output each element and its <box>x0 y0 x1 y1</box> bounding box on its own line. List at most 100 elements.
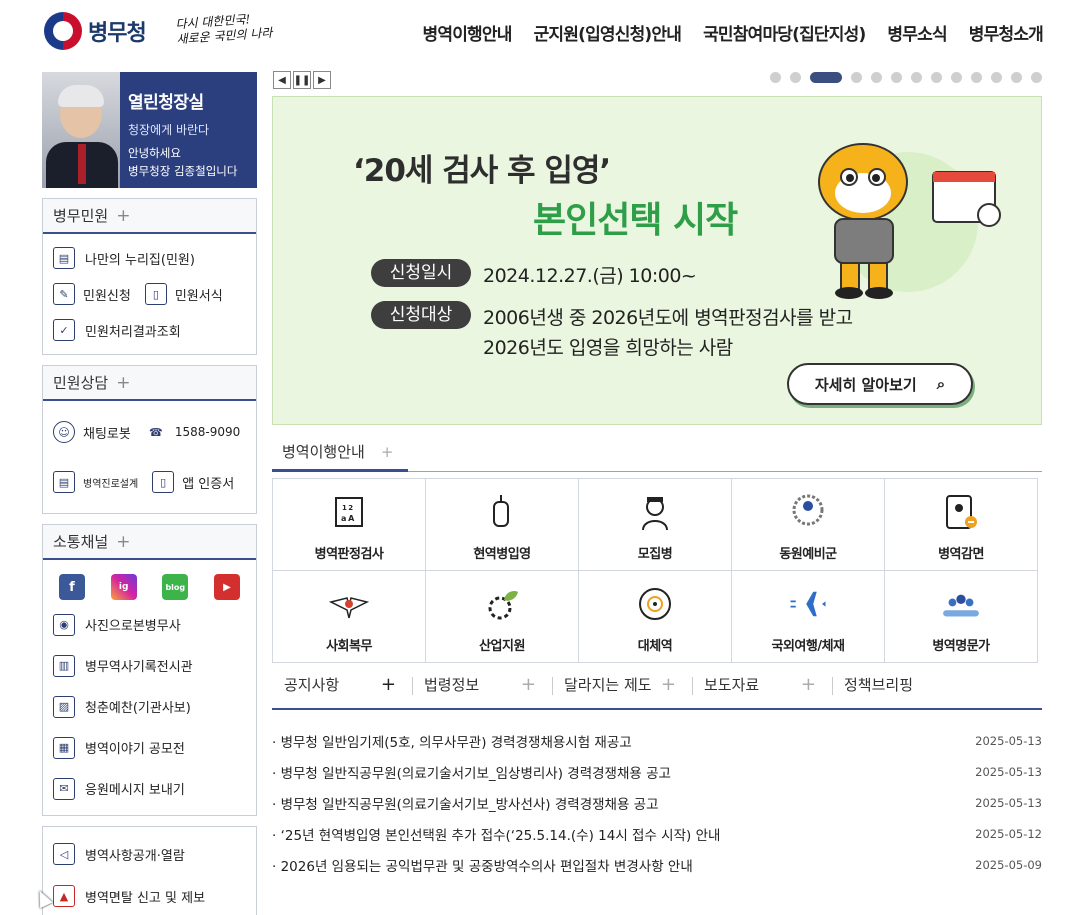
consult-box: 민원상담 + ☺ 채팅로봇 ☎ 1588-9090 ▤ 병역진로설계 ▯ 앱 인증서 <box>42 365 257 514</box>
gear-sprout-icon <box>481 583 523 625</box>
slide-dot[interactable] <box>770 72 781 83</box>
saluting-soldier-icon <box>634 491 676 533</box>
envelope-icon: ✉ <box>53 777 75 800</box>
notice-item[interactable]: · 병무청 일반직공무원(의료기술서기보_임상병리사) 경력경쟁채용 공고 202… <box>272 756 1042 787</box>
plus-icon[interactable]: + <box>116 532 130 552</box>
disclosure-link[interactable]: ◁ 병역사항공개·열람 <box>53 833 246 875</box>
slide-dot[interactable] <box>1031 72 1042 83</box>
notice-item[interactable]: · 2026년 임용되는 공익법무관 및 공중방역수의사 편입절차 변경사항 안… <box>272 849 1042 880</box>
tab-notices[interactable]: 공지사항 + <box>272 668 412 708</box>
youtube-icon[interactable]: ▶ <box>213 574 240 600</box>
civil-apply-link[interactable]: ✎ 민원신청 <box>53 276 131 312</box>
photo-history-link[interactable]: ◉ 사진으로본병무사 <box>53 604 246 645</box>
blog-icon[interactable]: blog <box>162 574 189 600</box>
notice-item[interactable]: · 병무청 일반직공무원(의료기술서기보_방사선사) 경력경쟁채용 공고 2025… <box>272 787 1042 818</box>
history-archive-link[interactable]: ▥ 병무역사기록전시관 <box>53 645 246 686</box>
guide-item-alternative[interactable]: 대체역 <box>579 571 732 663</box>
guide-item-exam[interactable]: 1 2a A 병역판정검사 <box>273 479 426 571</box>
nav-military-service-guide[interactable]: 병역이행안내 <box>423 20 513 45</box>
consult-title[interactable]: 민원상담 + <box>43 366 256 401</box>
instagram-icon[interactable]: ig <box>110 574 137 600</box>
facebook-icon[interactable]: f <box>59 574 85 600</box>
slide-dot[interactable] <box>951 72 962 83</box>
notice-list: · 병무청 일반임기제(5호, 의무사무관) 경력경쟁채용시험 재공고 2025-… <box>272 725 1042 880</box>
slide-dot[interactable] <box>931 72 942 83</box>
siren-icon: ▲ <box>53 885 75 907</box>
id-card-minus-icon <box>940 491 982 533</box>
nav-about[interactable]: 병무청소개 <box>969 20 1044 45</box>
nav-citizen-participation[interactable]: 국민참여마당(집단지성) <box>703 20 866 45</box>
guide-item-reserve[interactable]: 동원예비군 <box>732 479 885 571</box>
civil-result-link[interactable]: ✓ 민원처리결과조회 <box>53 312 246 348</box>
camera-icon: ◉ <box>53 613 75 636</box>
channel-title[interactable]: 소통채널 + <box>43 525 256 560</box>
slide-dot[interactable] <box>971 72 982 83</box>
site-logo[interactable]: 병무청 <box>44 12 147 50</box>
my-homepage-link[interactable]: ▤ 나만의 누리집(민원) <box>53 240 246 276</box>
chatbot-icon: ☺ <box>53 421 75 443</box>
civil-service-title[interactable]: 병무민원 + <box>43 199 256 234</box>
guide-tab[interactable]: 병역이행안내 + <box>272 438 408 472</box>
main-banner[interactable]: ‘20세 검사 후 입영’ 본인선택 시작 신청일시 2024.12.27.(금… <box>272 96 1042 425</box>
mobile-lock-icon: ▯ <box>152 471 175 493</box>
nav-army-application-guide[interactable]: 군지원(입영신청)안내 <box>534 20 682 45</box>
civil-forms-link[interactable]: ▯ 민원서식 <box>144 276 223 312</box>
call-center-link[interactable]: ☎ 1588-9090 <box>145 414 240 450</box>
slide-dot[interactable] <box>891 72 902 83</box>
plus-icon[interactable]: + <box>801 668 816 702</box>
guide-item-exemption[interactable]: 병역감면 <box>885 479 1038 571</box>
phone-icon: ☎ <box>148 425 163 439</box>
guide-item-industry[interactable]: 산업지원 <box>426 571 579 663</box>
newsletter-link[interactable]: ▨ 청춘예찬(기관사보) <box>53 686 246 727</box>
channel-box: 소통채널 + f ig blog ▶ ◉ 사진으로본병무사 ▥ 병무역사기록전시관 ▨… <box>42 524 257 816</box>
notice-item[interactable]: · ‘25년 현역병입영 본인선택원 추가 접수(‘25.5.14.(수) 14… <box>272 818 1042 849</box>
slide-dot[interactable] <box>810 72 842 83</box>
learn-more-button[interactable]: 자세히 알아보기 ⌕ <box>787 363 973 405</box>
tab-briefing[interactable]: 정책브리핑 <box>832 668 972 708</box>
tiger-mascot-icon <box>818 143 1001 299</box>
slide-dot[interactable] <box>991 72 1002 83</box>
ceo-card-title: 열린청장실 <box>128 93 204 113</box>
banner-headline: ‘20세 검사 후 입영’ <box>353 153 611 189</box>
plus-icon[interactable]: + <box>116 206 130 226</box>
chatbot-link[interactable]: ☺ 채팅로봇 <box>53 414 131 450</box>
plus-icon[interactable]: + <box>661 668 676 702</box>
tab-press[interactable]: 보도자료 + <box>692 668 832 708</box>
cheer-message-link[interactable]: ✉ 응원메시지 보내기 <box>53 768 246 809</box>
book-icon: ▥ <box>53 654 75 677</box>
sidebar: 열린청장실 청장에게 바란다 안녕하세요 병무청장 김종철입니다 병무민원 + ▤… <box>42 72 257 915</box>
app-cert-link[interactable]: ▯ 앱 인증서 <box>152 464 234 500</box>
story-contest-link[interactable]: ▦ 병역이야기 공모전 <box>53 727 246 768</box>
career-design-link[interactable]: ▤ 병역진로설계 <box>53 464 138 500</box>
plus-icon[interactable]: + <box>381 668 396 702</box>
guide-item-overseas[interactable]: 국외여행/체재 <box>732 571 885 663</box>
tab-changes[interactable]: 달라지는 제도 + <box>552 668 692 708</box>
slide-dot[interactable] <box>871 72 882 83</box>
plus-icon[interactable]: + <box>116 373 130 393</box>
slide-indicators <box>770 72 1042 83</box>
guide-item-enlist[interactable]: 현역병입영 <box>426 479 579 571</box>
slide-dot[interactable] <box>1011 72 1022 83</box>
plus-icon[interactable]: + <box>521 668 536 702</box>
slide-dot[interactable] <box>911 72 922 83</box>
pencil-doc-icon: ✎ <box>53 283 75 305</box>
next-slide-button[interactable]: ▶ <box>313 71 331 89</box>
guide-item-recruit[interactable]: 모집병 <box>579 479 732 571</box>
pause-button[interactable]: ❚❚ <box>293 71 311 89</box>
ceo-card[interactable]: 열린청장실 청장에게 바란다 안녕하세요 병무청장 김종철입니다 <box>42 72 257 188</box>
nav-news[interactable]: 병무소식 <box>887 20 947 45</box>
guide-item-honor-family[interactable]: 병역명문가 <box>885 571 1038 663</box>
eye-chart-icon: 1 2 a A <box>328 491 370 533</box>
plus-icon[interactable]: + <box>381 443 394 461</box>
civil-service-box: 병무민원 + ▤ 나만의 누리집(민원) ✎ 민원신청 ▯ 민원서식 ✓ 민원처리결과조회 <box>42 198 257 355</box>
tab-laws[interactable]: 법령정보 + <box>412 668 552 708</box>
prev-slide-button[interactable]: ◀ <box>273 71 291 89</box>
checklist-icon: ✓ <box>53 319 75 341</box>
banner-chip-target: 신청대상 <box>371 301 471 329</box>
guide-item-social-service[interactable]: 사회복무 <box>273 571 426 663</box>
slide-dot[interactable] <box>851 72 862 83</box>
notice-item[interactable]: · 병무청 일반임기제(5호, 의무사무관) 경력경쟁채용시험 재공고 2025-… <box>272 725 1042 756</box>
report-link[interactable]: ▲ 병역면탈 신고 및 제보 <box>53 875 246 915</box>
banner-controls: ◀ ❚❚ ▶ <box>273 71 331 89</box>
slide-dot[interactable] <box>790 72 801 83</box>
